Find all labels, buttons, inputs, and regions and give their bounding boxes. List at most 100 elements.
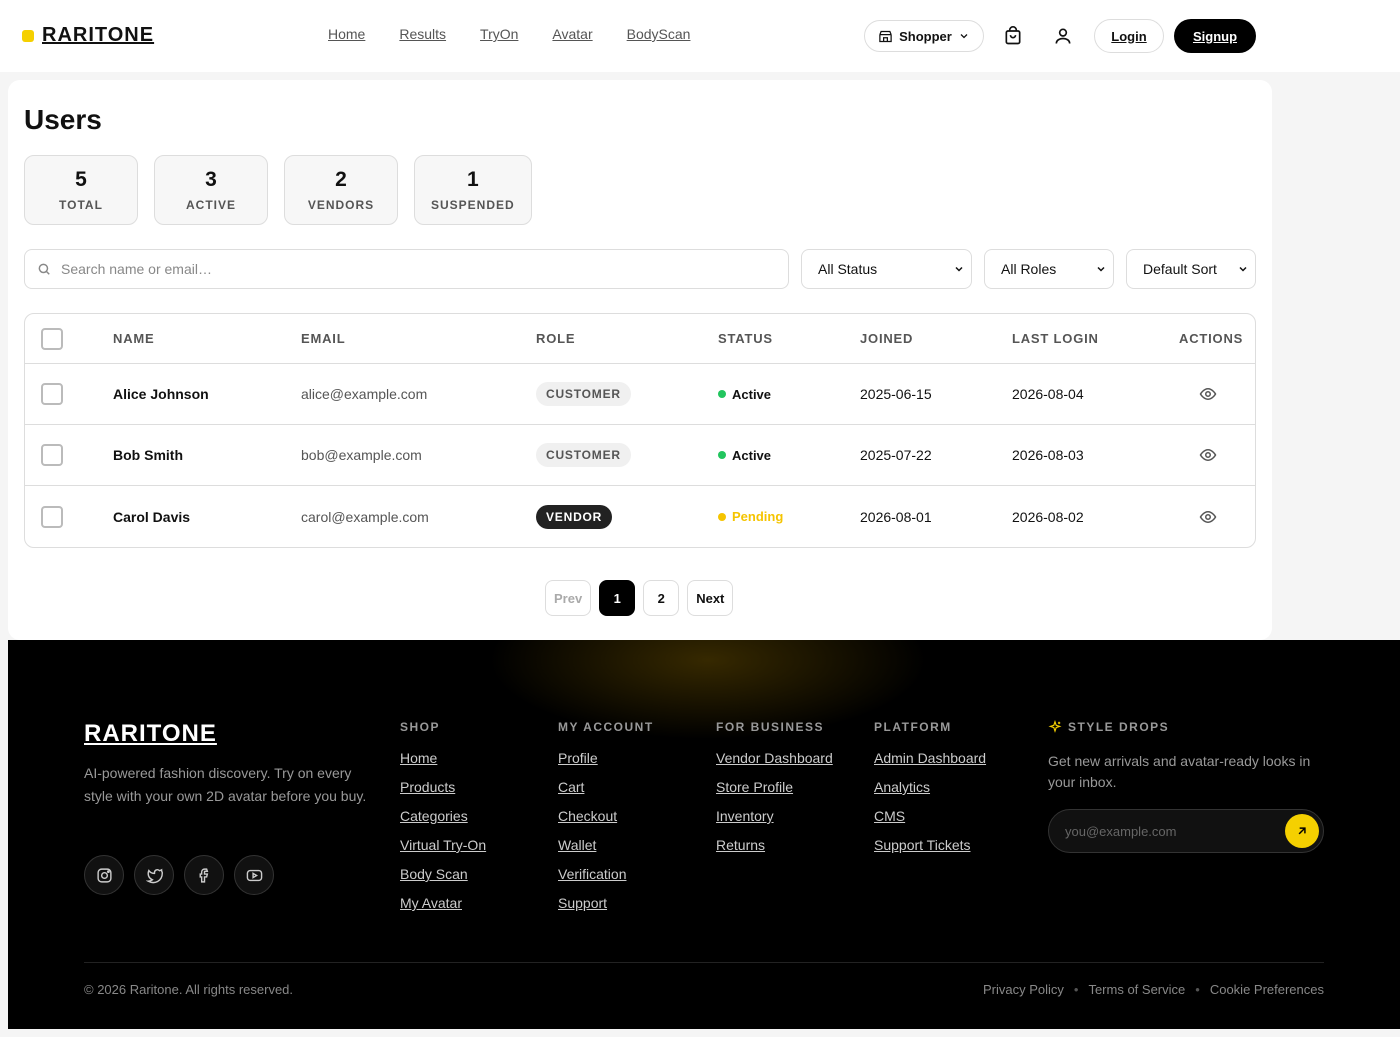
footer-link[interactable]: Admin Dashboard xyxy=(874,750,986,768)
nav-home[interactable]: Home xyxy=(328,26,365,42)
brand-name[interactable]: RARITONE xyxy=(42,24,154,47)
footer-link[interactable]: Profile xyxy=(558,750,654,768)
row-checkbox[interactable] xyxy=(41,444,63,466)
next-page-button[interactable]: Next xyxy=(687,580,734,616)
eye-icon xyxy=(1199,448,1217,462)
status-badge: Active xyxy=(718,448,771,463)
role-filter-select[interactable]: All Roles xyxy=(984,249,1114,289)
nav-tryon[interactable]: TryOn xyxy=(480,26,518,42)
footer-link[interactable]: Analytics xyxy=(874,779,986,797)
last-login-date: 2026-08-04 xyxy=(1012,386,1084,402)
footer-link[interactable]: Inventory xyxy=(716,808,833,826)
footer-link[interactable]: Vendor Dashboard xyxy=(716,750,833,768)
brand-logo[interactable]: RARITONE xyxy=(22,24,154,47)
prev-page-button[interactable]: Prev xyxy=(545,580,592,616)
footer-link[interactable]: Wallet xyxy=(558,837,654,855)
row-checkbox[interactable] xyxy=(41,505,63,528)
col-role[interactable]: ROLE xyxy=(536,314,575,363)
instagram-icon xyxy=(96,867,112,883)
newsletter-email-input[interactable] xyxy=(1065,823,1265,839)
copyright-text: © 2026 Raritone. All rights reserved. xyxy=(84,982,294,997)
footer-link[interactable]: Virtual Try-On xyxy=(400,837,486,855)
footer-link[interactable]: CMS xyxy=(874,808,986,826)
table-row: Alice Johnson alice@example.com CUSTOMER… xyxy=(25,364,1255,425)
search-input[interactable] xyxy=(61,261,761,277)
col-name[interactable]: NAME xyxy=(113,314,154,363)
account-button[interactable] xyxy=(1051,24,1075,48)
col-joined[interactable]: JOINED xyxy=(860,314,913,363)
separator-dot: • xyxy=(1195,982,1200,997)
status-filter-value: All Status xyxy=(818,261,878,277)
chevron-down-icon xyxy=(955,266,963,272)
footer-link[interactable]: Verification xyxy=(558,866,654,884)
col-status[interactable]: STATUS xyxy=(718,314,773,363)
newsletter-submit-button[interactable] xyxy=(1285,814,1319,848)
cookie-preferences-link[interactable]: Cookie Preferences xyxy=(1210,982,1324,997)
role-badge: CUSTOMER xyxy=(536,443,631,467)
last-login-date: 2026-08-02 xyxy=(1012,508,1084,525)
youtube-link[interactable] xyxy=(234,855,274,895)
footer-link[interactable]: Store Profile xyxy=(716,779,833,797)
terms-of-service-link[interactable]: Terms of Service xyxy=(1088,982,1185,997)
col-email[interactable]: EMAIL xyxy=(301,314,345,363)
store-icon xyxy=(879,30,892,42)
users-table: NAME EMAIL ROLE STATUS JOINED LAST LOGIN… xyxy=(24,313,1256,548)
footer-link[interactable]: Checkout xyxy=(558,808,654,826)
footer-divider xyxy=(84,962,1324,963)
view-user-button[interactable] xyxy=(1199,364,1217,424)
footer-link[interactable]: Body Scan xyxy=(400,866,486,884)
footer-link[interactable]: Support Tickets xyxy=(874,837,986,855)
privacy-policy-link[interactable]: Privacy Policy xyxy=(983,982,1064,997)
footer-link[interactable]: Home xyxy=(400,750,486,768)
instagram-link[interactable] xyxy=(84,855,124,895)
sort-select[interactable]: Default Sort xyxy=(1126,249,1256,289)
status-text: Active xyxy=(732,386,772,402)
joined-date: 2026-08-01 xyxy=(860,508,932,525)
chevron-down-icon xyxy=(1239,266,1247,272)
nav-avatar[interactable]: Avatar xyxy=(552,26,592,42)
page-2-button[interactable]: 2 xyxy=(643,580,680,616)
footer-link[interactable]: Returns xyxy=(716,837,833,855)
main-nav: Home Results TryOn Avatar BodyScan xyxy=(328,26,690,42)
view-user-button[interactable] xyxy=(1199,425,1217,485)
role-switcher-button[interactable]: Shopper xyxy=(864,20,984,52)
footer-link[interactable]: Support xyxy=(558,895,654,913)
user-icon xyxy=(1055,28,1071,44)
stats-row: 5 TOTAL 3 ACTIVE 2 VENDORS 1 SUSPENDED xyxy=(24,155,532,225)
facebook-link[interactable] xyxy=(184,855,224,895)
nav-bodyscan[interactable]: BodyScan xyxy=(627,26,691,42)
footer-link[interactable]: My Avatar xyxy=(400,895,486,913)
twitter-icon xyxy=(145,868,163,883)
page-1-button[interactable]: 1 xyxy=(599,580,636,616)
view-user-button[interactable] xyxy=(1199,486,1217,547)
newsletter-text: Get new arrivals and avatar-ready looks … xyxy=(1048,753,1311,790)
row-select-cell xyxy=(41,425,63,485)
footer-link[interactable]: Cart xyxy=(558,779,654,797)
cart-button[interactable] xyxy=(1001,24,1025,48)
col-last-login[interactable]: LAST LOGIN xyxy=(1012,314,1099,363)
login-button[interactable]: Login xyxy=(1094,19,1164,53)
newsletter-form xyxy=(1048,809,1324,853)
footer-brand[interactable]: RARITONE xyxy=(84,720,217,748)
row-checkbox[interactable] xyxy=(41,383,63,405)
stat-vendors: 2 VENDORS xyxy=(284,155,398,225)
stat-value: 5 xyxy=(75,168,87,191)
select-all-checkbox[interactable] xyxy=(41,327,63,350)
footer-tagline: AI-powered fashion discovery. Try on eve… xyxy=(84,765,367,804)
arrow-up-right-icon xyxy=(1298,827,1306,835)
role-badge: CUSTOMER xyxy=(536,382,631,406)
eye-icon xyxy=(1199,387,1217,401)
footer-link[interactable]: Categories xyxy=(400,808,486,826)
status-filter-select[interactable]: All Status xyxy=(801,249,972,289)
table-row: Carol Davis carol@example.com VENDOR Pen… xyxy=(25,486,1255,547)
signup-button[interactable]: Signup xyxy=(1174,19,1256,53)
footer-link[interactable]: Products xyxy=(400,779,486,797)
shopping-bag-icon xyxy=(1005,26,1021,45)
footer-col-title: SHOP xyxy=(400,720,441,734)
stat-label: TOTAL xyxy=(59,198,103,212)
chevron-down-icon xyxy=(1097,266,1105,272)
twitter-link[interactable] xyxy=(134,855,174,895)
stat-active: 3 ACTIVE xyxy=(154,155,268,225)
user-email: carol@example.com xyxy=(301,508,429,525)
nav-results[interactable]: Results xyxy=(399,26,446,42)
